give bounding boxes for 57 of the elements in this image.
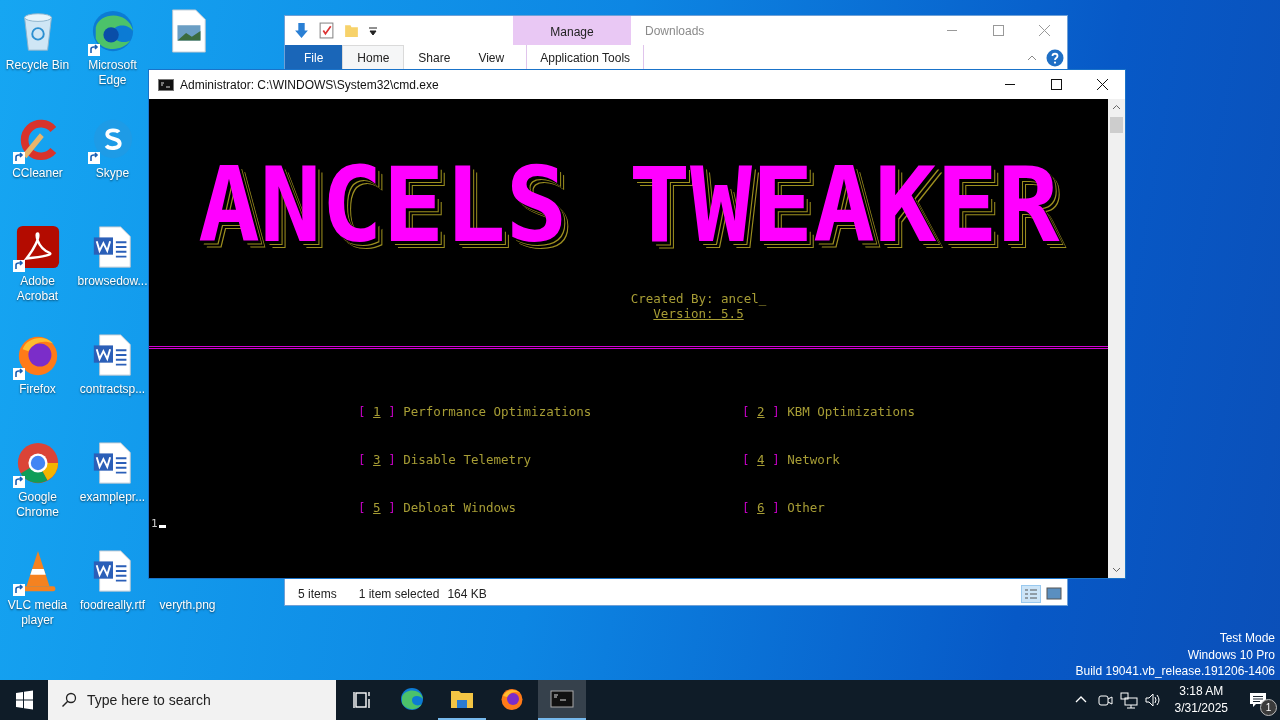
ribbon-tab[interactable]: File (285, 45, 343, 70)
browser-icon (500, 687, 524, 711)
input-text: 1 (151, 517, 158, 530)
window-title: Administrator: C:\WINDOWS\System32\cmd.exe (180, 77, 439, 92)
large-icons-view-button[interactable] (1044, 585, 1064, 603)
menu-option: [ 6 ] Other (742, 499, 1108, 516)
clock[interactable]: 3:18 AM 3/31/2025 (1166, 680, 1236, 720)
system-info-text: Build 19041.vb_release.191206-1406 (1075, 663, 1275, 680)
menu-option: [ 1 ] Performance Optimizations (358, 403, 742, 420)
icon-label[interactable]: Recycle Bin (0, 58, 75, 73)
selection-status: 1 item selected (358, 587, 440, 601)
selection-size: 164 KB (447, 587, 487, 601)
properties-icon[interactable] (318, 22, 335, 39)
icon-label[interactable]: foodreally.rtf (75, 598, 150, 613)
notifications-button[interactable]: 1 (1236, 680, 1280, 720)
terminal-icon (550, 687, 574, 711)
icon-label[interactable]: Google Chrome (0, 490, 75, 520)
version-text: Version: 5.5 (653, 306, 744, 322)
icon-label[interactable]: veryth.png (150, 598, 225, 613)
text-cursor (158, 525, 166, 528)
menu-option: [ 5 ] Debloat Windows (358, 499, 742, 516)
ribbon-tab[interactable]: Share (404, 45, 465, 70)
taskbar-app-button[interactable] (538, 680, 586, 720)
icon-label[interactable]: contractsp... (75, 382, 150, 397)
scrollbar[interactable] (1108, 99, 1125, 578)
icon-label[interactable]: Microsoft Edge (75, 58, 150, 88)
console-icon (158, 78, 174, 91)
banner-title: ANCELS TWEAKER (197, 157, 1060, 253)
menu-option: [ 4 ] Network (742, 451, 1108, 468)
search-field[interactable]: Type here to search (48, 680, 336, 720)
ribbon-tab[interactable]: Home (342, 45, 405, 70)
menu-option: [ 3 ] Disable Telemetry (358, 451, 742, 468)
browser-icon (400, 687, 424, 711)
menu-option: [ 2 ] KBM Optimizations (742, 403, 1108, 420)
credit-text: Created By: ancel_ (630, 291, 767, 306)
icon-label[interactable]: browsedow... (75, 274, 150, 289)
context-group-label: Manage (513, 16, 631, 45)
icon-label[interactable]: Adobe Acrobat (0, 274, 75, 304)
icon-label[interactable]: examplepr... (75, 490, 150, 505)
app-icon[interactable] (14, 224, 61, 270)
network-icon[interactable] (1118, 690, 1139, 710)
scroll-thumb[interactable] (1110, 117, 1123, 133)
icon-label[interactable]: Skype (75, 166, 150, 181)
ribbon-tab[interactable]: View (464, 45, 519, 70)
item-count: 5 items (298, 587, 337, 601)
help-icon[interactable] (1046, 48, 1064, 67)
icon-label[interactable]: CCleaner (0, 166, 75, 181)
icon-label[interactable]: Firefox (0, 382, 75, 397)
search-icon (61, 692, 77, 708)
window-title: Downloads (645, 22, 705, 40)
system-info-text: Windows 10 Pro (1187, 646, 1275, 663)
system-info-text: Test Mode (1219, 630, 1275, 647)
ribbon-tab[interactable]: Application Tools (526, 45, 645, 70)
download-icon[interactable] (293, 22, 310, 39)
icon-label[interactable]: VLC media player (0, 598, 75, 628)
notification-count: 1 (1260, 699, 1277, 716)
caret-icon[interactable] (368, 25, 378, 36)
